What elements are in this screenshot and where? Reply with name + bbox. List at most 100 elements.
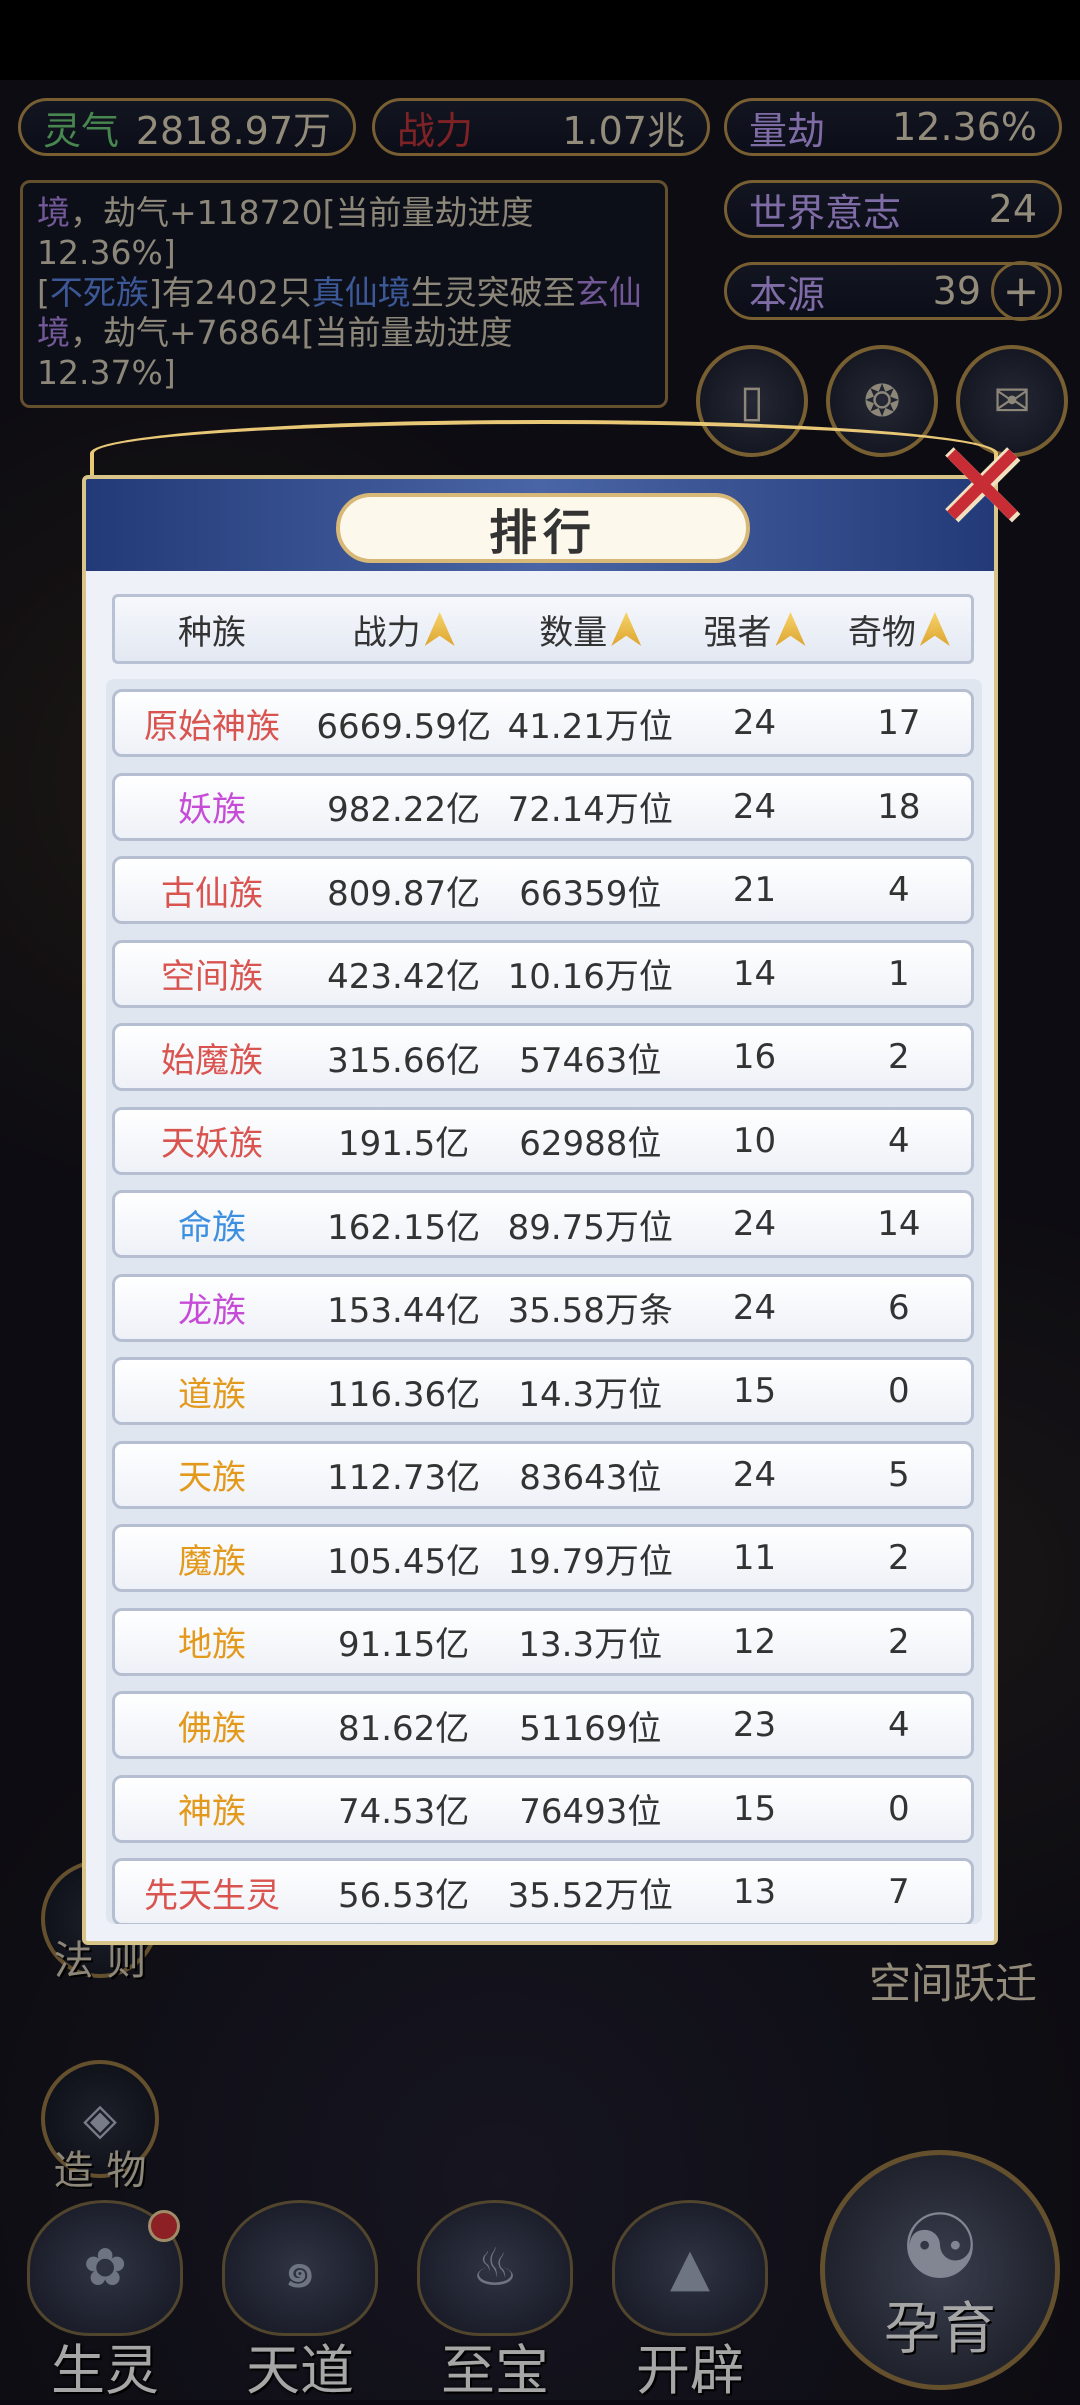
sort-power[interactable]: 战力 (309, 605, 498, 654)
treasure-cell: 2 (888, 1621, 910, 1662)
sort-treasure[interactable]: 奇物 (827, 605, 971, 654)
count-cell: 89.75万位 (507, 1207, 673, 1248)
strong-cell: 23 (732, 1705, 777, 1745)
table-row[interactable]: 神族 74.53亿 76493位 15 0 (112, 1774, 974, 1843)
treasure-cell: 4 (888, 1120, 910, 1161)
treasure-cell: 4 (888, 1705, 910, 1745)
count-cell: 57463位 (519, 1040, 662, 1081)
sort-count[interactable]: 数量 (498, 605, 682, 654)
count-cell: 66359位 (519, 873, 662, 914)
strong-cell: 15 (732, 1788, 777, 1829)
power-cell: 56.53亿 (337, 1875, 470, 1916)
table-row[interactable]: 天族 112.73亿 83643位 24 5 (112, 1440, 974, 1509)
treasure-cell: 17 (877, 703, 921, 743)
strong-cell: 10 (732, 1120, 777, 1161)
sort-arrow-icon (775, 612, 806, 646)
strong-cell: 12 (732, 1621, 777, 1662)
strong-cell: 24 (732, 1287, 777, 1328)
power-cell: 809.87亿 (327, 873, 481, 914)
treasure-cell: 0 (888, 1371, 910, 1411)
count-cell: 10.16万位 (507, 957, 673, 997)
count-cell: 14.3万位 (518, 1374, 663, 1415)
sort-strong[interactable]: 强者 (682, 605, 826, 654)
count-cell: 35.52万位 (507, 1875, 673, 1916)
ranking-header: 种族 战力 数量 强者 奇物 (112, 594, 974, 664)
strong-cell: 24 (732, 1454, 777, 1495)
count-cell: 83643位 (519, 1458, 662, 1498)
power-cell: 81.62亿 (337, 1708, 470, 1749)
strong-cell: 14 (732, 953, 777, 994)
race-cell: 地族 (178, 1625, 247, 1665)
race-cell: 原始神族 (144, 706, 281, 747)
table-row[interactable]: 先天生灵 56.53亿 35.52万位 13 7 (112, 1858, 974, 1924)
race-cell: 妖族 (178, 790, 247, 830)
race-cell: 天族 (178, 1458, 247, 1498)
table-row[interactable]: 妖族 982.22亿 72.14万位 24 18 (112, 772, 974, 841)
count-cell: 41.21万位 (507, 706, 673, 747)
power-cell: 112.73亿 (327, 1458, 481, 1498)
close-icon[interactable]: ✕ (932, 428, 1033, 548)
race-cell: 古仙族 (161, 873, 264, 914)
race-cell: 天妖族 (161, 1124, 264, 1164)
race-cell: 龙族 (178, 1291, 247, 1331)
strong-cell: 11 (732, 1538, 777, 1578)
power-cell: 6669.59亿 (316, 706, 491, 747)
strong-cell: 21 (732, 870, 777, 910)
strong-cell: 24 (732, 1204, 777, 1244)
strong-cell: 16 (732, 1037, 777, 1077)
table-row[interactable]: 始魔族 315.66亿 57463位 16 2 (112, 1023, 974, 1091)
count-cell: 62988位 (519, 1124, 662, 1164)
table-row[interactable]: 命族 162.15亿 89.75万位 24 14 (112, 1190, 974, 1258)
table-row[interactable]: 魔族 105.45亿 19.79万位 11 2 (112, 1524, 974, 1592)
count-cell: 35.58万条 (507, 1291, 673, 1331)
power-cell: 116.36亿 (327, 1374, 481, 1415)
power-cell: 315.66亿 (327, 1040, 481, 1081)
power-cell: 91.15亿 (337, 1625, 470, 1665)
treasure-cell: 5 (888, 1454, 910, 1495)
treasure-cell: 2 (888, 1037, 910, 1077)
table-row[interactable]: 地族 91.15亿 13.3万位 12 2 (112, 1607, 974, 1676)
table-row[interactable]: 道族 116.36亿 14.3万位 15 0 (112, 1357, 974, 1425)
sort-arrow-icon (611, 612, 642, 646)
race-cell: 先天生灵 (144, 1875, 281, 1916)
treasure-cell: 7 (888, 1872, 910, 1912)
race-cell: 魔族 (178, 1541, 247, 1582)
modal-title: 排行 (336, 493, 750, 563)
race-cell: 始魔族 (161, 1040, 264, 1081)
table-row[interactable]: 原始神族 6669.59亿 41.21万位 24 17 (112, 689, 974, 757)
sort-arrow-icon (919, 612, 950, 646)
strong-cell: 24 (732, 703, 777, 743)
race-cell: 神族 (178, 1792, 247, 1832)
power-cell: 162.15亿 (327, 1207, 481, 1248)
count-cell: 72.14万位 (507, 790, 673, 830)
treasure-cell: 4 (888, 870, 910, 910)
power-cell: 982.22亿 (327, 790, 481, 830)
power-cell: 191.5亿 (337, 1124, 470, 1164)
strong-cell: 13 (732, 1872, 777, 1912)
count-cell: 76493位 (519, 1792, 662, 1832)
count-cell: 51169位 (519, 1708, 662, 1749)
race-cell: 命族 (178, 1207, 247, 1248)
power-cell: 105.45亿 (327, 1541, 481, 1582)
table-row[interactable]: 龙族 153.44亿 35.58万条 24 6 (112, 1273, 974, 1342)
strong-cell: 15 (732, 1371, 777, 1411)
table-row[interactable]: 古仙族 809.87亿 66359位 21 4 (112, 856, 974, 924)
power-cell: 153.44亿 (327, 1291, 481, 1331)
count-cell: 19.79万位 (507, 1541, 673, 1582)
treasure-cell: 1 (888, 953, 910, 994)
ranking-modal: 排行 种族 战力 数量 强者 奇物 原始神族 6669.59亿 41.21万位 24 1… (82, 475, 998, 1945)
col-race: 种族 (178, 612, 247, 653)
count-cell: 13.3万位 (518, 1625, 663, 1665)
treasure-cell: 0 (888, 1788, 910, 1829)
race-cell: 空间族 (161, 957, 264, 997)
sort-arrow-icon (424, 612, 455, 646)
table-row[interactable]: 天妖族 191.5亿 62988位 10 4 (112, 1106, 974, 1175)
power-cell: 74.53亿 (337, 1792, 470, 1832)
table-row[interactable]: 空间族 423.42亿 10.16万位 14 1 (112, 939, 974, 1008)
race-cell: 佛族 (178, 1708, 247, 1749)
strong-cell: 24 (732, 786, 777, 827)
treasure-cell: 14 (877, 1204, 921, 1244)
table-row[interactable]: 佛族 81.62亿 51169位 23 4 (112, 1691, 974, 1759)
ranking-list[interactable]: 原始神族 6669.59亿 41.21万位 24 17 妖族 982.22亿 72.14万位 2… (106, 679, 982, 1924)
treasure-cell: 18 (877, 786, 921, 827)
